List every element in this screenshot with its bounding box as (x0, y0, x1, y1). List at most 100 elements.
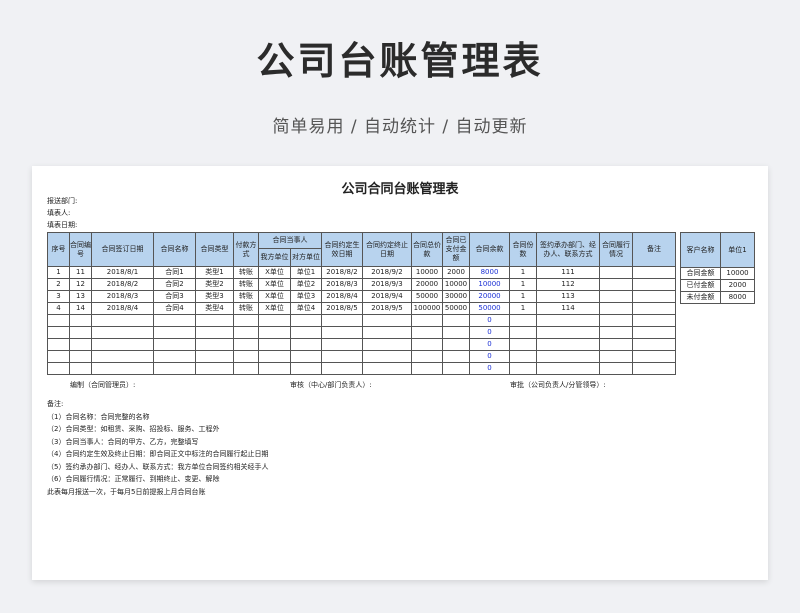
summary-label: 已付金额 (680, 279, 721, 292)
cell-name (153, 350, 196, 363)
table-row: 0 (47, 314, 676, 327)
cell-status (599, 314, 633, 327)
cell-seq (47, 326, 70, 339)
note-item: （5）签约承办部门、经办人、联系方式：我方单位合同签约相关经手人 (47, 462, 269, 471)
cell-balance: 0 (469, 338, 510, 351)
header-pay-method: 付款方式 (233, 232, 259, 267)
header-total: 合同总价款 (411, 232, 443, 267)
cell-dept (536, 362, 600, 375)
table-row: 0 (47, 350, 676, 363)
cell-end: 2018/9/4 (362, 290, 412, 303)
cell-sign-date (91, 314, 154, 327)
cell-copies: 1 (509, 278, 537, 291)
summary-value: 10000 (720, 267, 755, 280)
sign-compiler: 编制（合同管理员）: (70, 381, 136, 389)
cell-pay-method (233, 338, 259, 351)
cell-status (599, 350, 633, 363)
header-party-b: 对方单位 (290, 248, 322, 267)
cell-party-a: X单位 (258, 278, 291, 291)
cell-dept (536, 314, 600, 327)
header-status: 合同履行情况 (599, 232, 633, 267)
header-end: 合同约定终止日期 (362, 232, 412, 267)
table-row: 0 (47, 326, 676, 339)
table-row: 1 11 2018/8/1 合同1 类型1 转账 X单位 单位1 2018/8/2 2018/9/… (47, 266, 676, 279)
cell-copies (509, 350, 537, 363)
cell-effective (321, 362, 363, 375)
cell-paid: 10000 (442, 278, 470, 291)
meta-dept: 报送部门: (47, 197, 78, 205)
meta-date: 填表日期: (47, 221, 78, 229)
summary-row: 已付金额 2000 (680, 279, 755, 292)
cell-total: 10000 (411, 266, 443, 279)
cell-paid (442, 338, 470, 351)
cell-remark (632, 302, 676, 315)
header-name: 合同名称 (153, 232, 196, 267)
cell-name: 合同4 (153, 302, 196, 315)
header-copies: 合同份数 (509, 232, 537, 267)
cell-dept (536, 338, 600, 351)
cell-party-b: 单位1 (290, 266, 322, 279)
summary-table: 客户名称 单位1 合同金额 10000 已付金额 2000 未付金额 8000 (680, 232, 755, 304)
cell-dept (536, 350, 600, 363)
cell-type: 类型3 (195, 290, 234, 303)
cell-name (153, 326, 196, 339)
header-party-a: 我方单位 (258, 248, 291, 267)
cell-party-b (290, 350, 322, 363)
notes-heading: 备注: (47, 400, 64, 408)
table-row: 0 (47, 362, 676, 375)
summary-value: 8000 (720, 291, 755, 304)
table-row: 4 14 2018/8/4 合同4 类型4 转账 X单位 单位4 2018/8/5 2018/9/… (47, 302, 676, 315)
cell-effective (321, 314, 363, 327)
cell-party-b: 单位4 (290, 302, 322, 315)
cell-effective: 2018/8/3 (321, 278, 363, 291)
cell-party-a (258, 350, 291, 363)
cell-party-b (290, 362, 322, 375)
cell-sign-date: 2018/8/3 (91, 290, 154, 303)
cell-seq (47, 314, 70, 327)
header-effective: 合同约定生效日期 (321, 232, 363, 267)
cell-effective: 2018/8/5 (321, 302, 363, 315)
cell-dept (536, 326, 600, 339)
cell-party-a: X单位 (258, 302, 291, 315)
cell-remark (632, 350, 676, 363)
note-item: （4）合同约定生效及终止日期：即合同正文中标注的合同履行起止日期 (47, 450, 269, 458)
cell-end: 2018/9/5 (362, 302, 412, 315)
cell-pay-method (233, 362, 259, 375)
cell-seq: 2 (47, 278, 70, 291)
cell-party-b (290, 314, 322, 327)
cell-balance: 0 (469, 326, 510, 339)
header-balance: 合同余款 (469, 232, 510, 267)
cell-copies: 1 (509, 266, 537, 279)
cell-type: 类型1 (195, 266, 234, 279)
header-paid: 合同已支付金额 (442, 232, 470, 267)
cell-seq (47, 350, 70, 363)
summary-header-unit: 单位1 (720, 232, 755, 268)
cell-balance: 0 (469, 362, 510, 375)
page-subtitle: 简单易用 / 自动统计 / 自动更新 (272, 117, 528, 137)
table-row: 0 (47, 338, 676, 351)
cell-party-b (290, 338, 322, 351)
cell-remark (632, 278, 676, 291)
cell-contract-no (69, 338, 92, 351)
spreadsheet-preview: 公司合同台账管理表 报送部门: 填表人: 填表日期: 序号 合同编号 合同签订日… (32, 166, 768, 580)
cell-dept: 111 (536, 266, 600, 279)
cell-paid: 30000 (442, 290, 470, 303)
cell-pay-method: 转账 (233, 278, 259, 291)
cell-name: 合同1 (153, 266, 196, 279)
summary-value: 2000 (720, 279, 755, 292)
cell-type (195, 350, 234, 363)
cell-name (153, 362, 196, 375)
note-item: （3）合同当事人：合同的甲方、乙方，完整填写 (47, 437, 199, 446)
note-item: 此表每月报送一次，于每月5日前提报上月合同台账 (47, 487, 206, 496)
cell-party-b: 单位3 (290, 290, 322, 303)
cell-party-b: 单位2 (290, 278, 322, 291)
cell-name (153, 338, 196, 351)
cell-status (599, 302, 633, 315)
cell-total (411, 362, 443, 375)
cell-effective: 2018/8/2 (321, 266, 363, 279)
cell-seq: 1 (47, 266, 70, 279)
cell-name: 合同3 (153, 290, 196, 303)
header-sign-date: 合同签订日期 (91, 232, 154, 267)
sheet-title: 公司合同台账管理表 (341, 182, 459, 197)
cell-party-a: X单位 (258, 266, 291, 279)
